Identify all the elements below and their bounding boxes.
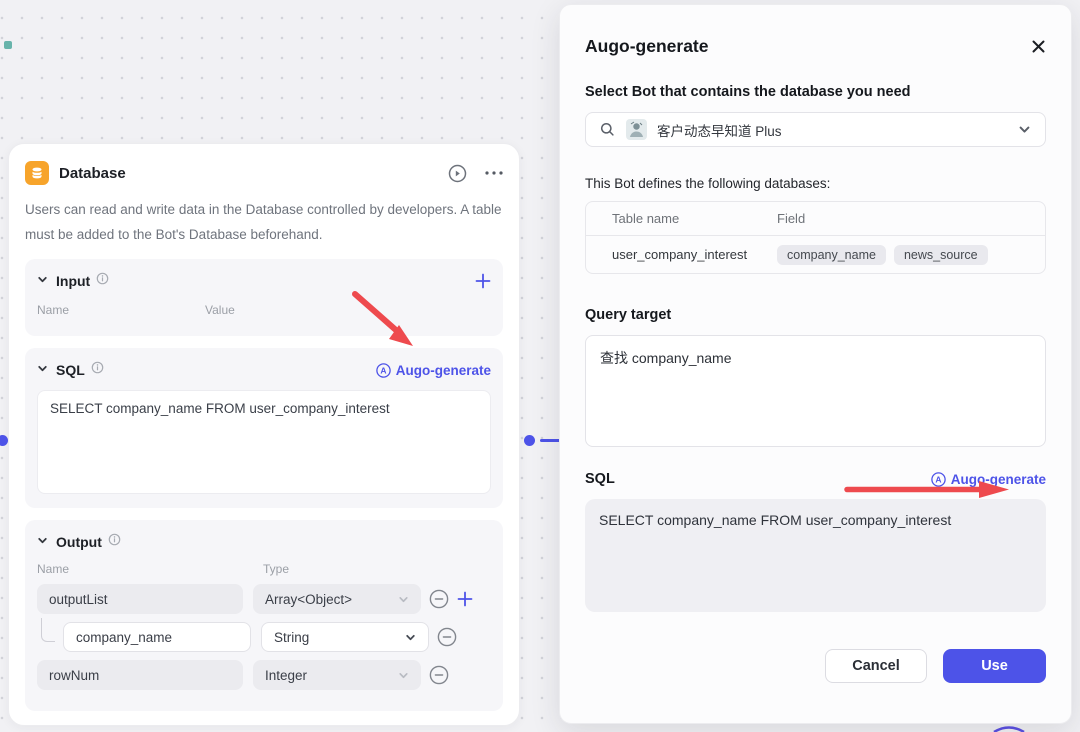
more-options-icon[interactable] xyxy=(485,171,503,175)
modal-title: Augo-generate xyxy=(585,36,708,57)
node-description: Users can read and write data in the Dat… xyxy=(25,198,503,247)
collapse-output-icon[interactable] xyxy=(37,533,48,551)
field-tag: news_source xyxy=(894,245,988,265)
run-node-button[interactable] xyxy=(448,164,467,183)
svg-text:A: A xyxy=(380,365,386,375)
input-section-label: Input xyxy=(56,273,90,289)
augo-generate-link[interactable]: A Augo-generate xyxy=(931,472,1046,487)
collapse-input-icon[interactable] xyxy=(37,272,48,290)
collapse-sql-icon[interactable] xyxy=(37,361,48,379)
col-table-name: Table name xyxy=(612,211,777,226)
chevron-down-icon xyxy=(405,632,416,643)
node-title: Database xyxy=(59,165,126,182)
bot-select-value: 客户动态早知道 Plus xyxy=(657,120,782,140)
use-button[interactable]: Use xyxy=(943,649,1046,683)
node-input-port[interactable] xyxy=(0,435,8,446)
remove-row-button[interactable] xyxy=(429,589,449,609)
info-icon[interactable] xyxy=(91,361,104,379)
output-type-select[interactable]: Array<Object> xyxy=(253,584,421,614)
info-icon[interactable] xyxy=(96,272,109,290)
node-output-port[interactable] xyxy=(524,435,535,446)
output-col-name: Name xyxy=(37,562,263,576)
chevron-down-icon xyxy=(398,594,409,605)
output-type-select[interactable]: Integer xyxy=(253,660,421,690)
output-row-outputlist: outputList Array<Object> xyxy=(37,584,491,614)
output-name-field[interactable]: rowNum xyxy=(37,660,243,690)
remove-row-button[interactable] xyxy=(429,665,449,685)
remove-row-button[interactable] xyxy=(437,627,457,647)
close-icon[interactable] xyxy=(1031,39,1046,54)
svg-text:A: A xyxy=(935,474,941,484)
info-icon[interactable] xyxy=(108,533,121,551)
add-input-button[interactable] xyxy=(475,273,491,289)
generated-sql-readonly: SELECT company_name FROM user_company_in… xyxy=(585,499,1046,612)
database-icon xyxy=(25,161,49,185)
augo-generate-link[interactable]: A Augo-generate xyxy=(376,363,491,378)
output-section-label: Output xyxy=(56,534,102,550)
output-name-field[interactable]: outputList xyxy=(37,584,243,614)
minimized-canvas-node[interactable] xyxy=(4,41,12,49)
node-header: Database xyxy=(25,160,503,186)
output-col-type: Type xyxy=(263,562,289,576)
database-node-card[interactable]: Database Users can read and write data i… xyxy=(8,143,520,726)
chevron-down-icon xyxy=(1018,123,1031,136)
add-child-field-button[interactable] xyxy=(457,591,473,607)
input-col-value: Value xyxy=(205,303,235,317)
col-field: Field xyxy=(777,211,805,226)
input-section: Input Name Value xyxy=(25,259,503,336)
child-connector xyxy=(41,618,55,642)
bot-avatar xyxy=(626,119,647,140)
output-type-select[interactable]: String xyxy=(261,622,429,652)
connection-edge-curve xyxy=(992,723,1026,732)
field-tag: company_name xyxy=(777,245,886,265)
modal-sql-label: SQL xyxy=(585,471,615,487)
output-name-field[interactable]: company_name xyxy=(63,622,251,652)
databases-table: Table name Field user_company_interest c… xyxy=(585,201,1046,274)
augo-generate-modal: Augo-generate Select Bot that contains t… xyxy=(559,4,1072,724)
chevron-down-icon xyxy=(398,670,409,681)
sql-editor[interactable]: SELECT company_name FROM user_company_in… xyxy=(37,390,491,494)
query-target-label: Query target xyxy=(585,307,1046,323)
cancel-button[interactable]: Cancel xyxy=(825,649,927,683)
search-icon xyxy=(600,122,615,137)
select-bot-label: Select Bot that contains the database yo… xyxy=(585,84,1046,100)
input-col-name: Name xyxy=(37,303,205,317)
output-section: Output Name Type outputList Array<Object… xyxy=(25,520,503,711)
table-name-cell: user_company_interest xyxy=(612,247,777,262)
sql-section: SQL A Augo-generate SELECT company_name … xyxy=(25,348,503,508)
bot-select-dropdown[interactable]: 客户动态早知道 Plus xyxy=(585,112,1046,147)
query-target-input[interactable]: 查找 company_name xyxy=(585,335,1046,447)
databases-label: This Bot defines the following databases… xyxy=(585,176,1046,191)
circled-a-icon: A xyxy=(376,363,391,378)
output-row-rownum: rowNum Integer xyxy=(37,660,491,690)
sql-section-label: SQL xyxy=(56,362,85,378)
table-row: user_company_interest company_name news_… xyxy=(586,236,1045,273)
output-row-company-name: company_name String xyxy=(37,622,491,652)
circled-a-icon: A xyxy=(931,472,946,487)
